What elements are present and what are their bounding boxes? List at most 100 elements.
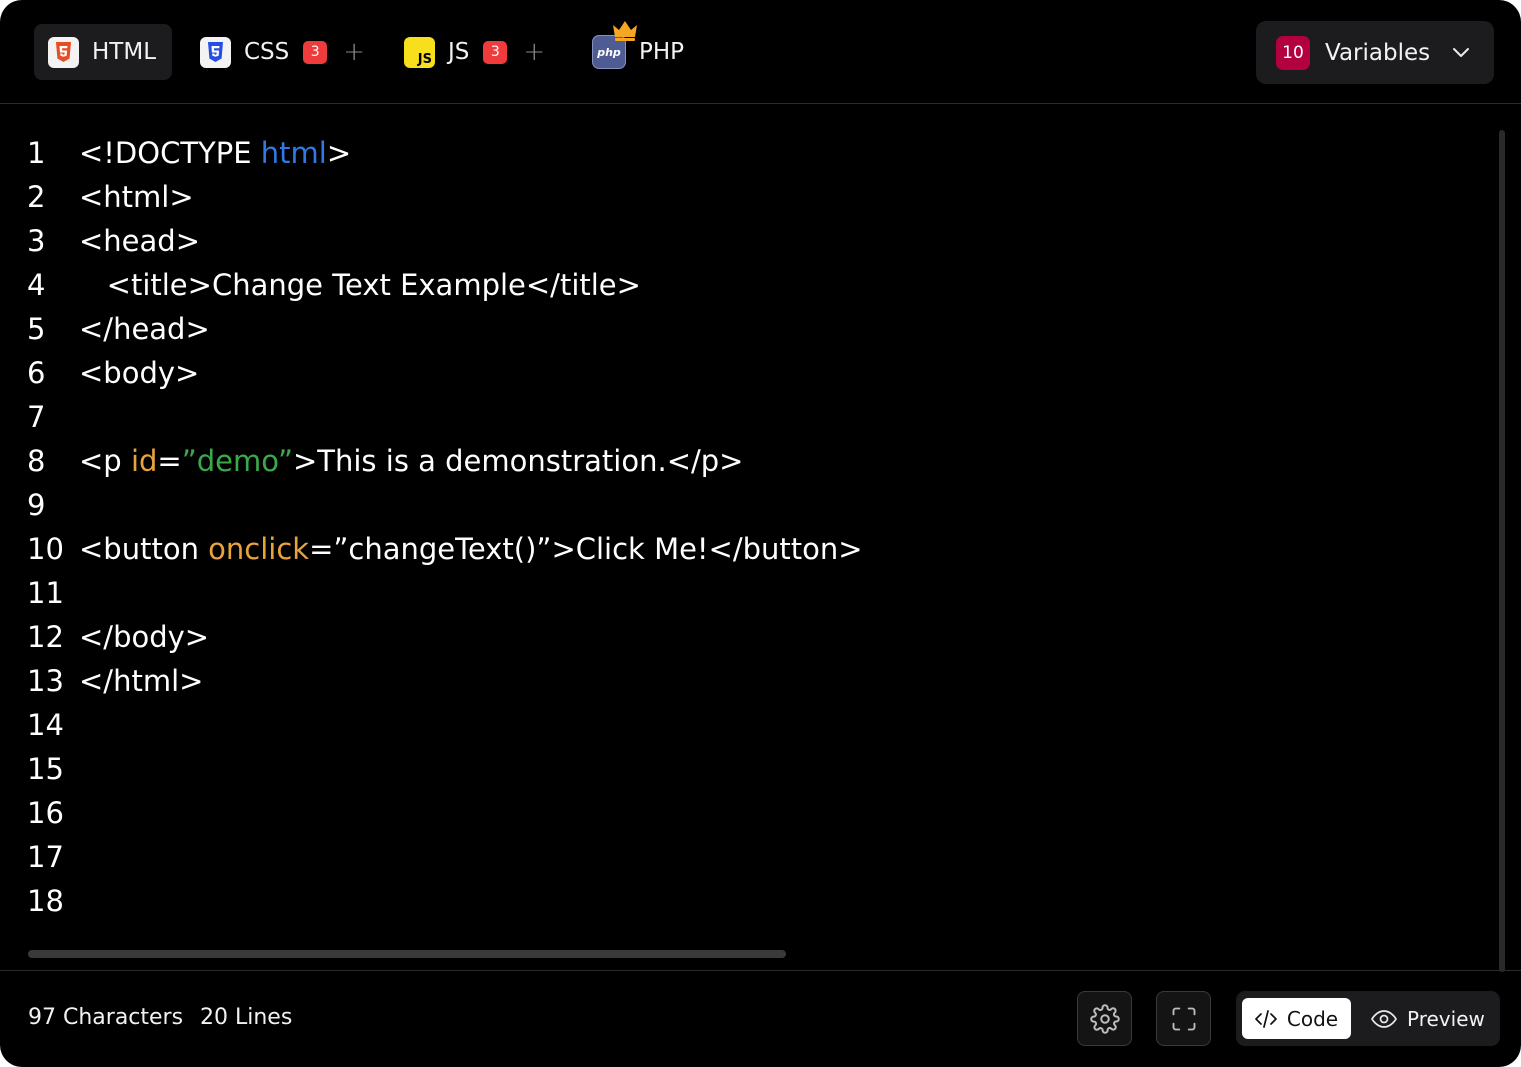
variables-count-badge: 10 [1276, 35, 1310, 70]
tab-php[interactable]: php PHP [592, 21, 685, 80]
tab-label: JS [448, 39, 470, 65]
code-text: <button onclick=”changeText()”>Click Me!… [79, 532, 863, 566]
code-token: <body> [79, 356, 200, 390]
code-token: <!DOCTYPE [79, 136, 261, 170]
line-number: 4 [27, 268, 46, 302]
error-count-badge: 3 [483, 40, 508, 64]
code-line[interactable]: 4 <title>Change Text Example</title> [0, 268, 1480, 312]
line-number: 12 [27, 620, 64, 654]
code-line[interactable]: 6 <body> [0, 356, 1480, 400]
line-number: 1 [27, 136, 46, 170]
code-view-button[interactable]: Code [1242, 998, 1351, 1039]
line-number: 13 [27, 664, 64, 698]
eye-icon [1371, 1009, 1397, 1028]
javascript-icon-text: JS [417, 51, 432, 67]
line-number: 16 [27, 796, 64, 830]
html5-icon [48, 36, 79, 68]
javascript-icon: JS [404, 36, 435, 68]
code-text: </body> [79, 620, 209, 654]
preview-view-button[interactable]: Preview [1371, 998, 1493, 1039]
gear-icon [1089, 1003, 1120, 1034]
tab-html[interactable]: HTML [34, 24, 172, 80]
variables-label: Variables [1325, 39, 1431, 66]
code-text: </head> [79, 312, 210, 346]
code-view-label: Code [1286, 1006, 1339, 1031]
code-token: onclick [208, 532, 310, 566]
code-token: <p [79, 444, 131, 478]
code-token: > [326, 136, 352, 170]
horizontal-scrollbar[interactable] [28, 950, 786, 958]
line-number: 5 [27, 312, 46, 346]
code-token: = [157, 444, 182, 478]
error-count-badge: 3 [303, 40, 328, 64]
vertical-scrollbar[interactable] [1499, 130, 1505, 972]
line-number: 15 [27, 752, 64, 786]
code-line[interactable]: 17 [0, 840, 1480, 884]
code-token: ”demo” [181, 444, 293, 478]
character-count: 97 Characters [28, 1005, 184, 1030]
code-token: </html> [79, 664, 204, 698]
code-token: </body> [79, 620, 210, 654]
code-text: <p id=”demo”>This is a demonstration.</p… [79, 444, 743, 478]
css3-icon [200, 36, 231, 68]
code-token: <button [79, 532, 209, 566]
preview-view-label: Preview [1407, 1006, 1485, 1031]
code-line[interactable]: 5 </head> [0, 312, 1480, 356]
status-bar: 97 Characters 20 Lines Code Preview [0, 970, 1521, 1067]
line-number: 11 [27, 576, 64, 610]
code-token: <head> [79, 224, 200, 258]
line-number: 7 [27, 400, 46, 434]
view-toggle: Code Preview [1236, 991, 1500, 1046]
tab-js[interactable]: JS JS 3 + [404, 24, 545, 80]
code-line[interactable]: 13 </html> [0, 664, 1480, 708]
code-text: <head> [79, 224, 200, 258]
line-number: 14 [27, 708, 64, 742]
code-line[interactable]: 15 [0, 752, 1480, 796]
tab-label: HTML [92, 39, 157, 65]
line-count: 20 Lines [200, 1005, 293, 1030]
code-token: >This is a demonstration.</p> [292, 444, 744, 478]
code-area[interactable]: 1 <!DOCTYPE html> 2 <html> 3 <head> 4 <title>C… [0, 104, 1521, 972]
code-line[interactable]: 2 <html> [0, 180, 1480, 224]
code-line[interactable]: 1 <!DOCTYPE html> [0, 136, 1480, 180]
code-line[interactable]: 10 <button onclick=”changeText()”>Click M… [0, 532, 1480, 576]
fullscreen-button[interactable] [1156, 991, 1211, 1046]
code-line[interactable]: 14 [0, 708, 1480, 752]
crown-icon [613, 21, 637, 41]
code-line[interactable]: 12 </body> [0, 620, 1480, 664]
line-number: 10 [27, 532, 64, 566]
code-line[interactable]: 9 [0, 488, 1480, 532]
line-number: 3 [27, 224, 46, 258]
fullscreen-icon [1172, 1007, 1195, 1030]
tab-label: CSS [244, 39, 290, 65]
code-text: </html> [79, 664, 203, 698]
code-token: id [130, 444, 158, 478]
settings-button[interactable] [1077, 991, 1132, 1046]
code-text: <!DOCTYPE html> [79, 136, 351, 170]
code-line[interactable]: 11 [0, 576, 1480, 620]
code-line[interactable]: 16 [0, 796, 1480, 840]
chevron-down-icon [1453, 48, 1469, 57]
code-line[interactable]: 3 <head> [0, 224, 1480, 268]
code-line[interactable]: 18 [0, 884, 1480, 928]
code-line[interactable]: 8 <p id=”demo”>This is a demonstration.</… [0, 444, 1480, 488]
tab-label: PHP [639, 39, 685, 65]
php-icon: php [592, 21, 637, 69]
variables-dropdown[interactable]: 10 Variables [1256, 21, 1494, 84]
line-number: 9 [27, 488, 46, 522]
code-line[interactable]: 7 [0, 400, 1480, 444]
add-js-button[interactable]: + [523, 39, 545, 65]
line-number: 17 [27, 840, 64, 874]
php-icon-text: php [597, 45, 621, 59]
line-number: 8 [27, 444, 46, 478]
code-token: html [260, 136, 327, 170]
line-number: 6 [27, 356, 46, 390]
line-number: 18 [27, 884, 64, 918]
code-text: <title>Change Text Example</title> [79, 268, 641, 302]
file-tab-bar: HTML CSS 3 + JS JS 3 + php PHP 10 Variab… [0, 0, 1521, 104]
code-editor-window: HTML CSS 3 + JS JS 3 + php PHP 10 Variab… [0, 0, 1521, 1067]
code-token: </head> [79, 312, 210, 346]
tab-css[interactable]: CSS 3 + [200, 24, 365, 80]
code-token: <html> [79, 180, 194, 214]
add-css-button[interactable]: + [343, 39, 365, 65]
